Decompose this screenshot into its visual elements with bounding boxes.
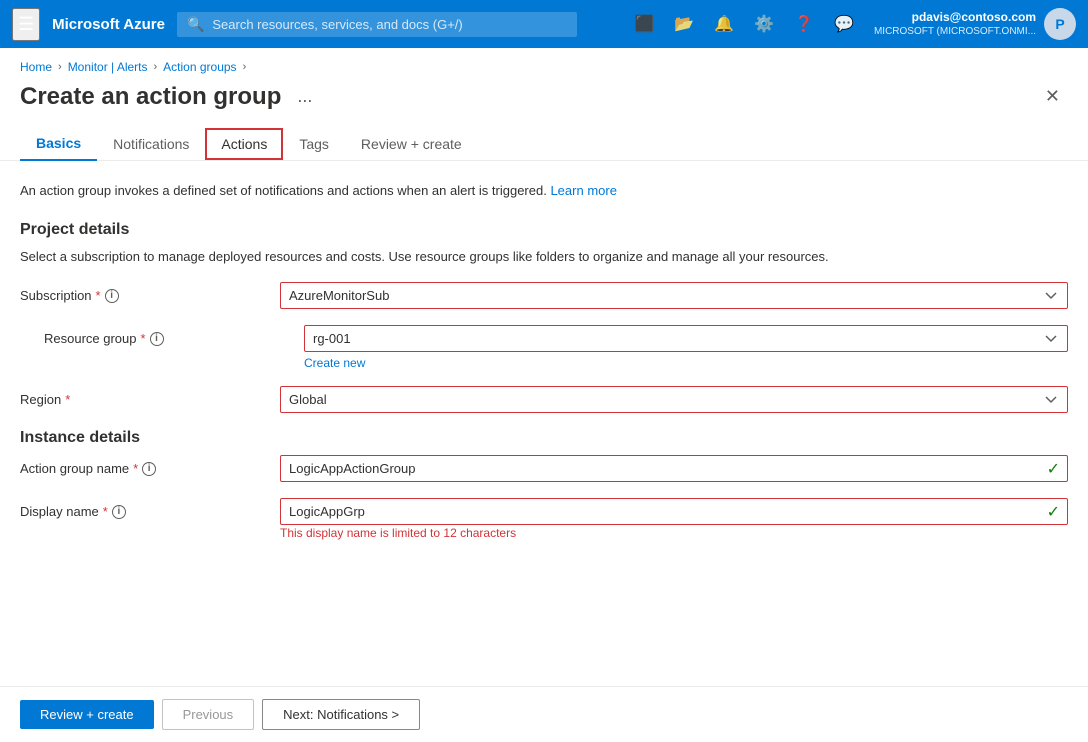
hamburger-menu-button[interactable]: ☰ xyxy=(12,8,40,41)
region-row: Region * Global xyxy=(20,386,1068,413)
subscription-info-icon: i xyxy=(105,289,119,303)
footer: Review + create Previous Next: Notificat… xyxy=(0,686,1088,742)
display-name-input-wrap: ✓ xyxy=(280,498,1068,525)
action-group-name-required: * xyxy=(133,461,138,476)
region-required: * xyxy=(65,392,70,407)
breadcrumb-monitor-alerts[interactable]: Monitor | Alerts xyxy=(68,60,148,74)
action-group-name-check-icon: ✓ xyxy=(1047,459,1060,479)
display-name-info-icon: i xyxy=(112,505,126,519)
breadcrumb-sep-3: › xyxy=(243,61,247,73)
subscription-select[interactable]: AzureMonitorSub xyxy=(280,282,1068,309)
breadcrumb: Home › Monitor | Alerts › Action groups … xyxy=(0,48,1088,74)
display-name-input[interactable] xyxy=(280,498,1068,525)
tab-actions[interactable]: Actions xyxy=(205,128,283,160)
search-icon: 🔍 xyxy=(187,16,204,33)
display-name-label: Display name * i xyxy=(20,498,280,519)
previous-button[interactable]: Previous xyxy=(162,699,255,730)
action-group-name-info-icon: i xyxy=(142,462,156,476)
breadcrumb-sep-1: › xyxy=(58,61,62,73)
help-icon[interactable]: ❓ xyxy=(786,8,822,40)
brand-logo: Microsoft Azure xyxy=(52,16,165,33)
action-group-name-row: Action group name * i ✓ xyxy=(20,455,1068,482)
review-create-button[interactable]: Review + create xyxy=(20,700,154,729)
breadcrumb-sep-2: › xyxy=(154,61,158,73)
region-control: Global xyxy=(280,386,1068,413)
page-header: Create an action group ... ✕ xyxy=(0,74,1088,111)
tab-review-create[interactable]: Review + create xyxy=(345,128,478,160)
user-info: pdavis@contoso.com MICROSOFT (MICROSOFT.… xyxy=(874,10,1036,39)
resource-group-required: * xyxy=(141,331,146,346)
search-input[interactable] xyxy=(212,17,567,32)
resource-group-select[interactable]: rg-001 xyxy=(304,325,1068,352)
topbar: ☰ Microsoft Azure 🔍 ⬛ 📂 🔔 ⚙️ ❓ 💬 pdavis@… xyxy=(0,0,1088,48)
ellipsis-button[interactable]: ... xyxy=(289,82,320,111)
next-notifications-button[interactable]: Next: Notifications > xyxy=(262,699,420,730)
topbar-icon-group: ⬛ 📂 🔔 ⚙️ ❓ 💬 xyxy=(626,8,862,40)
project-details-desc: Select a subscription to manage deployed… xyxy=(20,247,1068,267)
display-name-check-icon: ✓ xyxy=(1047,502,1060,522)
action-group-name-control: ✓ xyxy=(280,455,1068,482)
avatar: P xyxy=(1044,8,1076,40)
page-title: Create an action group xyxy=(20,83,281,111)
resource-group-control: rg-001 Create new xyxy=(304,325,1068,370)
notifications-icon[interactable]: 🔔 xyxy=(706,8,742,40)
action-group-name-label: Action group name * i xyxy=(20,455,280,476)
char-limit-warning: This display name is limited to 12 chara… xyxy=(280,526,516,540)
tab-bar: Basics Notifications Actions Tags Review… xyxy=(0,111,1088,161)
subscription-row: Subscription * i AzureMonitorSub xyxy=(20,282,1068,309)
breadcrumb-home[interactable]: Home xyxy=(20,60,52,74)
create-new-resource-group-link[interactable]: Create new xyxy=(304,356,1068,370)
content-area: An action group invokes a defined set of… xyxy=(0,161,1088,686)
resource-group-info-icon: i xyxy=(150,332,164,346)
action-group-name-input-wrap: ✓ xyxy=(280,455,1068,482)
region-select[interactable]: Global xyxy=(280,386,1068,413)
region-label: Region * xyxy=(20,386,280,407)
feedback-icon[interactable]: 💬 xyxy=(826,8,862,40)
resource-group-label: Resource group * i xyxy=(44,325,304,346)
main-container: Home › Monitor | Alerts › Action groups … xyxy=(0,48,1088,742)
user-tenant: MICROSOFT (MICROSOFT.ONMI... xyxy=(874,25,1036,38)
settings-icon[interactable]: ⚙️ xyxy=(746,8,782,40)
subscription-control: AzureMonitorSub xyxy=(280,282,1068,309)
cloud-shell-icon[interactable]: ⬛ xyxy=(626,8,662,40)
display-name-row: Display name * i ✓ This display name is … xyxy=(20,498,1068,540)
user-name: pdavis@contoso.com xyxy=(874,10,1036,26)
user-profile[interactable]: pdavis@contoso.com MICROSOFT (MICROSOFT.… xyxy=(874,8,1076,40)
instance-details-title: Instance details xyxy=(20,429,1068,447)
close-button[interactable]: ✕ xyxy=(1037,82,1068,111)
display-name-control: ✓ This display name is limited to 12 cha… xyxy=(280,498,1068,540)
project-details-title: Project details xyxy=(20,221,1068,239)
learn-more-link[interactable]: Learn more xyxy=(550,183,616,198)
directory-icon[interactable]: 📂 xyxy=(666,8,702,40)
info-description: An action group invokes a defined set of… xyxy=(20,181,1068,201)
display-name-required: * xyxy=(103,504,108,519)
tab-tags[interactable]: Tags xyxy=(283,128,345,160)
subscription-label: Subscription * i xyxy=(20,282,280,303)
action-group-name-input[interactable] xyxy=(280,455,1068,482)
breadcrumb-action-groups[interactable]: Action groups xyxy=(163,60,236,74)
tab-notifications[interactable]: Notifications xyxy=(97,128,205,160)
tab-basics[interactable]: Basics xyxy=(20,127,97,161)
resource-group-row: Resource group * i rg-001 Create new xyxy=(44,325,1068,370)
subscription-required: * xyxy=(96,288,101,303)
search-bar: 🔍 xyxy=(177,12,577,37)
